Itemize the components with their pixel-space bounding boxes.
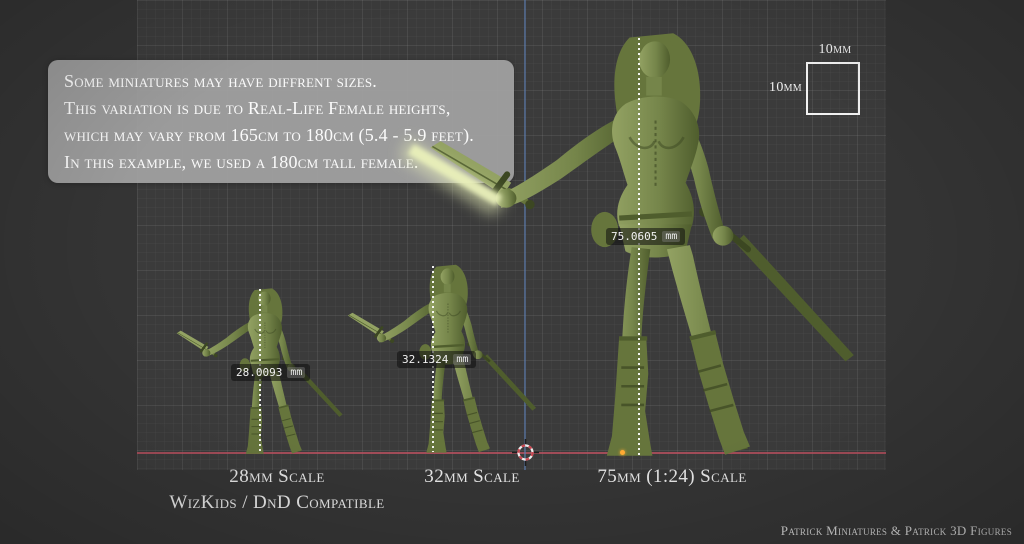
- measurement-line-75mm: [638, 38, 640, 455]
- scale-caption-28mm: 28mm Scale: [229, 466, 324, 488]
- reference-square-left-label: 10mm: [760, 80, 802, 96]
- viewport-3d[interactable]: Some miniatures may have diffrent sizes.…: [0, 0, 1024, 544]
- object-origin-dot[interactable]: [620, 450, 625, 455]
- measurement-unit: mm: [287, 367, 305, 378]
- measurement-label-32mm: 32.1324 mm: [397, 351, 476, 368]
- brand-credit-text: Patrick Miniatures & Patrick 3D Figures: [781, 523, 1012, 539]
- reference-square-top-label: 10mm: [806, 42, 864, 58]
- measurement-unit: mm: [453, 354, 471, 365]
- scale-caption-28mm-compat: WizKids / DnD Compatible: [169, 492, 384, 514]
- measurement-value: 75.0605: [611, 230, 657, 243]
- scale-caption-75mm: 75mm (1:24) Scale: [597, 466, 746, 488]
- measurement-label-28mm: 28.0093 mm: [231, 364, 310, 381]
- measurement-value: 28.0093: [236, 366, 282, 379]
- reference-square-10mm: [806, 62, 860, 115]
- measurement-unit: mm: [662, 231, 680, 242]
- measurement-label-75mm: 75.0605 mm: [606, 228, 685, 245]
- measurement-value: 32.1324: [402, 353, 448, 366]
- scale-caption-32mm: 32mm Scale: [424, 466, 519, 488]
- 3d-cursor[interactable]: [512, 439, 539, 466]
